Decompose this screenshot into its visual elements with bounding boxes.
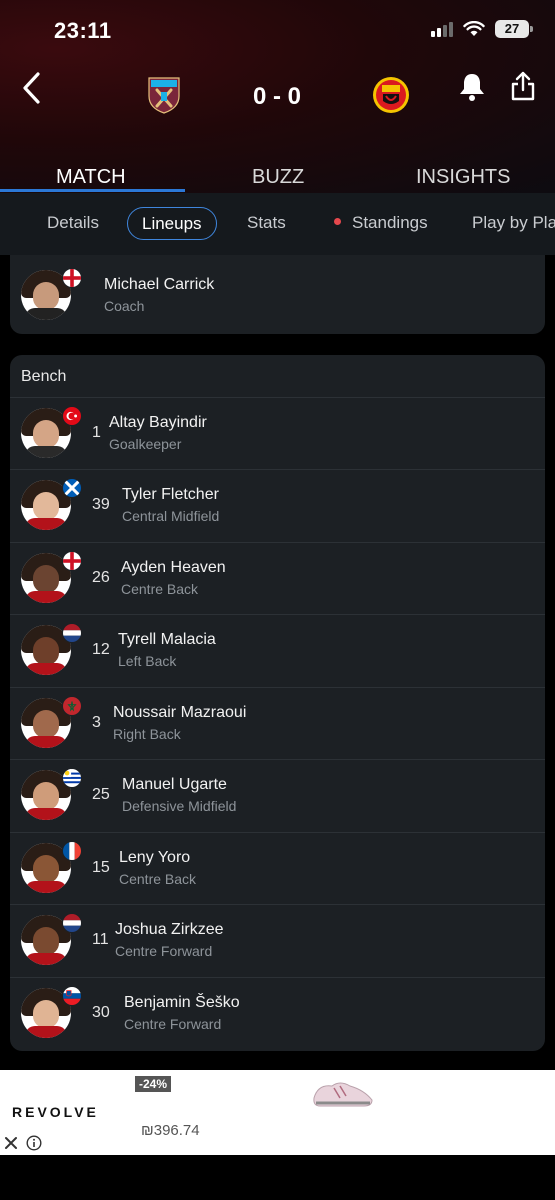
share-icon — [511, 71, 535, 101]
match-header: 23:11 27 0 - 0 MATCH BUZZ INSIGHTS — [0, 0, 555, 193]
subtab-details[interactable]: Details — [47, 213, 99, 233]
shirt-number: 12 — [92, 641, 110, 658]
slovenia-flag-icon — [62, 986, 82, 1006]
ad-banner[interactable]: REVOLVE -24% ₪396.74 — [0, 1070, 555, 1155]
player-name: Tyler Fletcher — [122, 486, 219, 503]
player-position: Central Midfield — [122, 508, 220, 524]
england-flag-icon — [62, 268, 82, 288]
status-icons: 27 — [431, 20, 533, 38]
player-row[interactable]: 1 Altay Bayindir Goalkeeper — [10, 397, 545, 469]
player-position: Right Back — [113, 726, 181, 742]
player-name: Benjamin Šeško — [124, 994, 240, 1011]
live-dot — [334, 218, 341, 226]
sub-tabs-bar: Details Lineups Stats Standings Play by … — [0, 193, 555, 255]
player-position: Centre Forward — [115, 943, 213, 959]
subtab-standings-label: Standings — [352, 213, 428, 232]
info-icon[interactable] — [26, 1135, 42, 1151]
bench-title: Bench — [21, 368, 67, 385]
player-name: Ayden Heaven — [121, 559, 226, 576]
player-position: Defensive Midfield — [122, 798, 237, 814]
player-row[interactable]: 12 Tyrell Malacia Left Back — [10, 614, 545, 686]
status-time: 23:11 — [54, 18, 112, 43]
player-row[interactable]: 26 Ayden Heaven Centre Back — [10, 542, 545, 614]
match-score: 0 - 0 — [252, 83, 302, 110]
player-row[interactable]: 39 Tyler Fletcher Central Midfield — [10, 469, 545, 541]
shirt-number: 15 — [92, 859, 110, 876]
player-position: Centre Forward — [124, 1016, 222, 1032]
netherlands-flag-icon — [62, 913, 82, 933]
shirt-number: 3 — [92, 714, 101, 731]
sneaker-icon — [313, 1082, 373, 1107]
bench-card: Bench 1 Altay Bayindir Goalkeeper 39 Tyl… — [10, 355, 545, 1051]
share-button[interactable] — [509, 70, 537, 102]
morocco-flag-icon — [62, 696, 82, 716]
coach-role: Coach — [104, 298, 145, 314]
subtab-lineups[interactable]: Lineups — [127, 207, 217, 240]
england-flag-icon — [62, 551, 82, 571]
player-name: Altay Bayindir — [109, 414, 207, 431]
ad-price: ₪396.74 — [141, 1122, 200, 1139]
player-name: Tyrell Malacia — [118, 631, 216, 648]
tab-buzz[interactable]: BUZZ — [252, 166, 304, 189]
player-position: Centre Back — [119, 871, 197, 887]
player-name: Manuel Ugarte — [122, 776, 227, 793]
player-row[interactable]: 30 Benjamin Šeško Centre Forward — [10, 977, 545, 1049]
tab-insights[interactable]: INSIGHTS — [416, 166, 510, 189]
shirt-number: 39 — [92, 496, 110, 513]
shirt-number: 25 — [92, 786, 110, 803]
player-row[interactable]: 11 Joshua Zirkzee Centre Forward — [10, 904, 545, 976]
shirt-number: 11 — [92, 931, 109, 948]
cellular-signal-icon — [431, 21, 453, 37]
lineups-content[interactable]: Michael Carrick Coach Bench 1 Altay Bayi… — [0, 255, 555, 1070]
main-tabs: MATCH BUZZ INSIGHTS — [0, 160, 555, 193]
player-position: Left Back — [118, 653, 177, 669]
player-row[interactable]: 15 Leny Yoro Centre Back — [10, 832, 545, 904]
notifications-button[interactable] — [458, 72, 486, 102]
coach-name: Michael Carrick — [104, 276, 215, 293]
scotland-flag-icon — [62, 478, 82, 498]
turkey-flag-icon — [62, 406, 82, 426]
shirt-number: 26 — [92, 569, 110, 586]
subtab-standings[interactable]: Standings — [334, 213, 428, 233]
coach-card: Michael Carrick Coach — [10, 255, 545, 334]
shirt-number: 30 — [92, 1004, 110, 1021]
back-button[interactable] — [20, 70, 44, 106]
player-name: Joshua Zirkzee — [115, 921, 224, 938]
shirt-number: 1 — [92, 424, 101, 441]
bell-icon — [460, 74, 484, 101]
ad-brand: REVOLVE — [12, 1104, 99, 1120]
subtab-play-by-play[interactable]: Play by Pla — [472, 213, 555, 233]
player-row[interactable]: 25 Manuel Ugarte Defensive Midfield — [10, 759, 545, 831]
battery-indicator: 27 — [495, 20, 533, 38]
subtab-stats[interactable]: Stats — [247, 213, 286, 233]
uruguay-flag-icon — [62, 768, 82, 788]
tab-match[interactable]: MATCH — [56, 166, 126, 189]
netherlands-flag-icon — [62, 623, 82, 643]
active-tab-indicator — [0, 189, 185, 192]
bottom-safe-area — [0, 1155, 555, 1200]
coach-row[interactable]: Michael Carrick Coach — [10, 260, 545, 332]
player-row[interactable]: 3 Noussair Mazraoui Right Back — [10, 687, 545, 759]
player-name: Noussair Mazraoui — [113, 704, 247, 721]
chevron-left-icon — [23, 72, 40, 104]
west-ham-crest-icon[interactable] — [146, 76, 182, 114]
france-flag-icon — [62, 841, 82, 861]
close-icon[interactable] — [4, 1136, 18, 1150]
wifi-icon — [463, 21, 485, 36]
ad-discount-badge: -24% — [135, 1076, 172, 1092]
player-position: Goalkeeper — [109, 436, 182, 452]
player-position: Centre Back — [121, 581, 199, 597]
player-name: Leny Yoro — [119, 849, 191, 866]
manchester-united-crest-icon[interactable] — [372, 76, 410, 114]
